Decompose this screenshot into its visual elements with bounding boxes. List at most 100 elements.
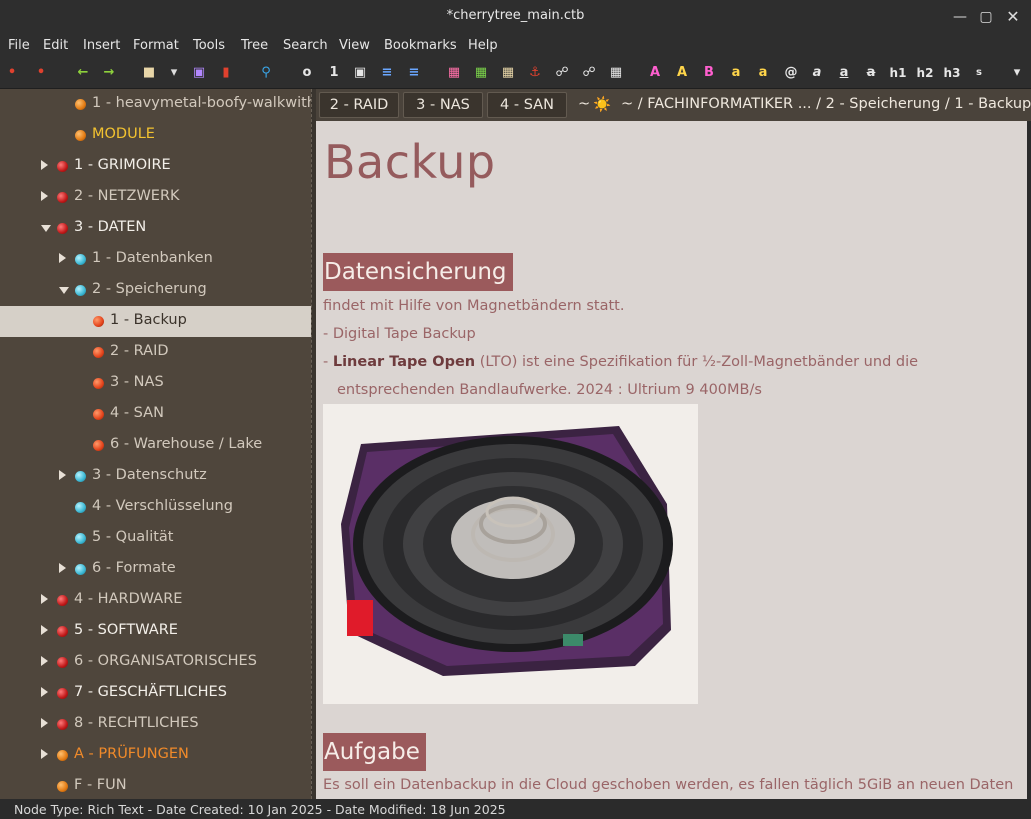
tree-node[interactable]: 7 - GESCHÄFTLICHES [0, 678, 311, 709]
bold-icon[interactable]: B [700, 64, 718, 82]
tree-node[interactable]: 3 - NAS [0, 368, 311, 399]
expand-arrow-right-icon[interactable] [41, 160, 48, 170]
tree-node[interactable]: 1 - Datenbanken [0, 244, 311, 275]
h3-icon[interactable]: h3 [942, 64, 962, 82]
menu-insert[interactable]: Insert [83, 38, 120, 53]
expand-arrow-right-icon[interactable] [41, 656, 48, 666]
tab-san[interactable]: 4 - SAN [487, 92, 567, 118]
close-icon[interactable]: ✕ [1002, 6, 1024, 28]
underline-icon[interactable]: a [754, 64, 772, 82]
tree-node[interactable]: 5 - SOFTWARE [0, 616, 311, 647]
open-file-icon[interactable]: ■ [140, 64, 158, 82]
menu-format[interactable]: Format [133, 38, 179, 53]
menu-tools[interactable]: Tools [193, 38, 225, 53]
breadcrumb[interactable]: ~ / FACHINFORMATIKER ... / 2 - Speicheru… [621, 96, 1031, 112]
tree-node[interactable]: 6 - Warehouse / Lake [0, 430, 311, 461]
color-fg-icon[interactable]: A [646, 64, 664, 82]
tree-node-label: 3 - NAS [110, 374, 164, 390]
tab-nas[interactable]: 3 - NAS [403, 92, 483, 118]
list-bullet-icon[interactable]: ≡ [378, 64, 396, 82]
insert-image-icon[interactable]: ▦ [445, 64, 463, 82]
add-node-icon[interactable]: • [3, 64, 21, 82]
expand-arrow-right-icon[interactable] [41, 749, 48, 759]
insert-codebox-icon[interactable]: ▦ [499, 64, 517, 82]
expand-arrow-right-icon[interactable] [59, 470, 66, 480]
tree-node-label: 1 - GRIMOIRE [74, 157, 171, 173]
tree-node[interactable]: F - FUN [0, 771, 311, 799]
expand-arrow-right-icon[interactable] [59, 563, 66, 573]
node-bullet-icon [57, 192, 68, 203]
italic-a-icon[interactable]: a [808, 64, 826, 82]
expand-arrow-down-icon[interactable] [41, 225, 51, 232]
insert-anchor-icon[interactable]: ⚓ [526, 64, 544, 82]
toggle-icon-b[interactable]: 1 [325, 64, 343, 82]
tree-node[interactable]: 8 - RECHTLICHES [0, 709, 311, 740]
menu-edit[interactable]: Edit [43, 38, 68, 53]
rich-text-editor[interactable]: Backup Datensicherung findet mit Hilfe v… [316, 121, 1029, 799]
tree-node[interactable]: 4 - HARDWARE [0, 585, 311, 616]
tree-node[interactable]: 2 - NETZWERK [0, 182, 311, 213]
node-bullet-icon [75, 502, 86, 513]
tree-node[interactable]: 1 - heavymetal-boofy-walkwithme [0, 89, 311, 120]
remove-link-icon[interactable]: ☍ [580, 64, 598, 82]
node-bullet-icon [75, 99, 86, 110]
expand-arrow-right-icon[interactable] [41, 718, 48, 728]
tree-node-label: 3 - Datenschutz [92, 467, 207, 483]
toggle-icon-a[interactable]: o [298, 64, 316, 82]
toggle-icon-c[interactable]: ▣ [351, 64, 369, 82]
insert-link-icon[interactable]: ☍ [553, 64, 571, 82]
tree-node[interactable]: A - PRÜFUNGEN [0, 740, 311, 771]
export-icon[interactable]: ▮ [217, 64, 235, 82]
menu-view[interactable]: View [339, 38, 370, 53]
tree-node[interactable]: 4 - Verschlüsselung [0, 492, 311, 523]
dropdown-icon[interactable]: ▾ [165, 64, 183, 82]
breadcrumb-home[interactable]: ~ [578, 96, 590, 112]
tree-node[interactable]: MODULE [0, 120, 311, 151]
strike-a-icon[interactable]: a [862, 64, 880, 82]
more-icon[interactable]: ▾ [1008, 64, 1026, 82]
italic-icon[interactable]: a [727, 64, 745, 82]
h2-icon[interactable]: h2 [915, 64, 935, 82]
h1-icon[interactable]: h1 [888, 64, 908, 82]
maximize-icon[interactable]: ▢ [975, 6, 997, 28]
sun-icon: ☀️ [593, 97, 612, 113]
tree-node[interactable]: 3 - Datenschutz [0, 461, 311, 492]
expand-arrow-down-icon[interactable] [59, 287, 69, 294]
tree-node[interactable]: 6 - ORGANISATORISCHES [0, 647, 311, 678]
menu-tree[interactable]: Tree [241, 38, 268, 53]
add-subnode-icon[interactable]: • [32, 64, 50, 82]
tree-node[interactable]: 1 - Backup [0, 306, 311, 337]
node-bullet-icon [57, 688, 68, 699]
minimize-icon[interactable]: — [949, 6, 971, 28]
tree-node[interactable]: 2 - RAID [0, 337, 311, 368]
menu-help[interactable]: Help [468, 38, 498, 53]
save-icon[interactable]: ▣ [190, 64, 208, 82]
tree-node[interactable]: 1 - GRIMOIRE [0, 151, 311, 182]
insert-toc-icon[interactable]: ▦ [607, 64, 625, 82]
expand-arrow-right-icon[interactable] [41, 625, 48, 635]
color-bg-icon[interactable]: A [673, 64, 691, 82]
insert-table-icon[interactable]: ▦ [472, 64, 490, 82]
tree-node[interactable]: 3 - DATEN [0, 213, 311, 244]
tree-node[interactable]: 5 - Qualität [0, 523, 311, 554]
small-icon[interactable]: s [970, 64, 988, 82]
strikethrough-icon[interactable]: @ [782, 64, 800, 82]
tab-raid[interactable]: 2 - RAID [319, 92, 399, 118]
go-forward-icon[interactable]: → [100, 64, 118, 82]
underline-a-icon[interactable]: a [835, 64, 853, 82]
menu-bookmarks[interactable]: Bookmarks [384, 38, 457, 53]
menu-file[interactable]: File [8, 38, 30, 53]
menu-search[interactable]: Search [283, 38, 328, 53]
tree-node[interactable]: 2 - Speicherung [0, 275, 311, 306]
expand-arrow-right-icon[interactable] [59, 253, 66, 263]
find-icon[interactable]: ⚲ [257, 64, 275, 82]
expand-arrow-right-icon[interactable] [41, 687, 48, 697]
go-back-icon[interactable]: ← [74, 64, 92, 82]
expand-arrow-right-icon[interactable] [41, 191, 48, 201]
expand-arrow-right-icon[interactable] [41, 594, 48, 604]
list-number-icon[interactable]: ≡ [405, 64, 423, 82]
lto-tape-cartridge-photo[interactable] [323, 404, 698, 704]
node-bullet-icon [57, 750, 68, 761]
tree-node[interactable]: 6 - Formate [0, 554, 311, 585]
tree-node[interactable]: 4 - SAN [0, 399, 311, 430]
